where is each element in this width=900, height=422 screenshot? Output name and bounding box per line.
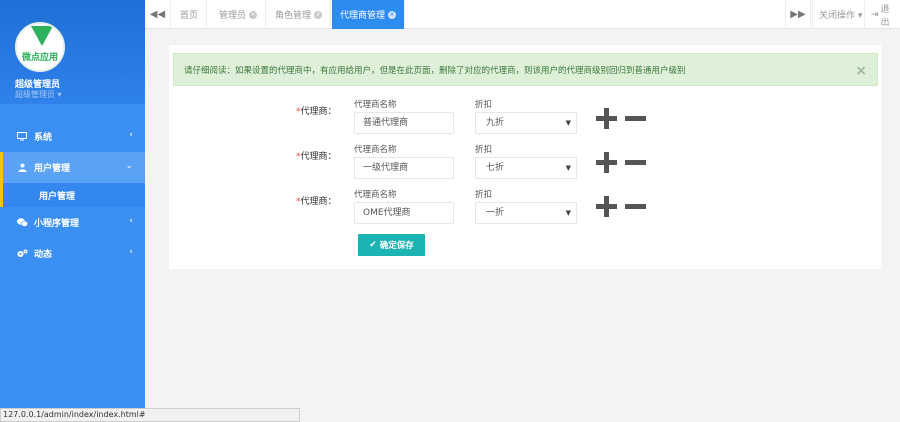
sidebar-nav: 系统 ‹ 用户管理 ⌄ 用户管理 小程序管理 ‹ 动态 ‹ <box>0 121 145 269</box>
discount-value: 一折 <box>486 208 505 218</box>
chevron-left-icon: ‹ <box>129 130 133 140</box>
caret-down-icon: ▼ <box>565 209 571 217</box>
user-icon <box>16 163 28 172</box>
sidebar-item-label: 用户管理 <box>34 164 71 174</box>
sidebar-item-label: 系统 <box>34 133 53 143</box>
discount-label: 折扣 <box>475 100 493 110</box>
row-label: *代理商： <box>296 107 337 117</box>
sidebar-subitem-user-management[interactable]: 用户管理 <box>0 183 145 207</box>
add-row-button[interactable] <box>596 152 617 173</box>
tab-label: 管理员 <box>219 11 247 21</box>
remove-row-button[interactable] <box>625 116 646 121</box>
logo-text: 微点应用 <box>21 53 58 63</box>
alert-text: 请仔细阅读：如果设置的代理商中，有应用给用户，但是在此页面，删除了对应的代理商，… <box>184 65 686 76</box>
double-chevron-right-icon: ▶▶ <box>790 9 806 20</box>
tabs-scroll-left-button[interactable]: ◀◀ <box>145 0 171 29</box>
sidebar-item-label: 小程序管理 <box>34 219 80 229</box>
notice-alert: 请仔细阅读：如果设置的代理商中，有应用给用户，但是在此页面，删除了对应的代理商，… <box>173 53 878 86</box>
sidebar-item-user-management[interactable]: 用户管理 ⌄ <box>0 152 145 183</box>
sidebar-item-system[interactable]: 系统 ‹ <box>0 121 145 152</box>
logout-label: 退出 <box>880 4 890 28</box>
sidebar-item-dynamic[interactable]: 动态 ‹ <box>0 238 145 269</box>
tabs-scroll-right-button[interactable]: ▶▶ <box>785 0 811 29</box>
name-label: 代理商名称 <box>354 190 397 200</box>
tab-bar: ◀◀ 首页 管理员 × 角色管理 × 代理商管理 × ▶▶ 关闭操作 ▾ ⇥ 退… <box>145 0 900 29</box>
caret-down-icon: ▼ <box>565 119 571 127</box>
app-logo: 微点应用 <box>15 22 65 72</box>
sidebar-item-miniprogram[interactable]: 小程序管理 ‹ <box>0 207 145 238</box>
name-label: 代理商名称 <box>354 145 397 155</box>
double-chevron-left-icon: ◀◀ <box>149 9 166 20</box>
logo-v-icon <box>31 26 53 46</box>
sidebar-item-label: 动态 <box>34 250 53 260</box>
add-row-button[interactable] <box>596 196 617 217</box>
caret-down-icon: ▼ <box>565 164 571 172</box>
row-label: *代理商： <box>296 197 337 207</box>
agent-name-input[interactable]: 普通代理商 <box>354 112 454 134</box>
gears-icon <box>16 249 28 258</box>
wechat-icon <box>16 218 28 227</box>
tab-agent-management[interactable]: 代理商管理 × <box>332 0 406 29</box>
browser-status-url: 127.0.0.1/admin/index/index.html# <box>0 408 300 422</box>
profile-role-dropdown[interactable]: 超级管理员 ▾ <box>15 89 62 100</box>
tab-label: 首页 <box>180 11 199 21</box>
tab-home[interactable]: 首页 <box>172 0 208 29</box>
save-label: 确定保存 <box>379 241 414 251</box>
agent-name-input[interactable]: OME代理商 <box>354 202 454 224</box>
content-panel: 请仔细阅读：如果设置的代理商中，有应用给用户，但是在此页面，删除了对应的代理商，… <box>169 45 881 269</box>
discount-select[interactable]: 一折 ▼ <box>475 202 577 224</box>
close-icon[interactable]: × <box>314 10 323 19</box>
discount-select[interactable]: 七折 ▼ <box>475 157 577 179</box>
remove-row-button[interactable] <box>625 204 646 209</box>
tab-admin[interactable]: 管理员 × <box>211 0 267 29</box>
monitor-icon <box>16 132 28 141</box>
close-icon[interactable]: × <box>249 10 258 19</box>
row-label: *代理商： <box>296 152 337 162</box>
discount-value: 九折 <box>486 118 505 128</box>
logout-icon: ⇥ <box>871 9 879 20</box>
chevron-left-icon: ‹ <box>129 216 133 226</box>
add-row-button[interactable] <box>596 108 617 129</box>
remove-row-button[interactable] <box>625 160 646 165</box>
profile-area: 微点应用 超级管理员 超级管理员 ▾ <box>0 0 145 104</box>
chevron-down-icon: ⌄ <box>125 161 133 171</box>
sidebar: 微点应用 超级管理员 超级管理员 ▾ 系统 ‹ 用户管理 ⌄ 用户管理 小程序管… <box>0 0 145 422</box>
discount-label: 折扣 <box>475 190 493 200</box>
logout-button[interactable]: ⇥ 退出 <box>864 0 900 29</box>
tab-role-management[interactable]: 角色管理 × <box>267 0 332 29</box>
close-icon[interactable]: × <box>388 10 397 19</box>
discount-value: 七折 <box>486 163 505 173</box>
discount-label: 折扣 <box>475 145 493 155</box>
save-button[interactable]: ✔ 确定保存 <box>358 234 425 256</box>
agent-name-input[interactable]: 一级代理商 <box>354 157 454 179</box>
discount-select[interactable]: 九折 ▼ <box>475 112 577 134</box>
close-operations-dropdown[interactable]: 关闭操作 ▾ <box>812 0 868 29</box>
tab-label: 角色管理 <box>275 11 312 21</box>
check-icon: ✔ <box>369 240 377 250</box>
close-icon[interactable]: × <box>855 63 867 79</box>
chevron-left-icon: ‹ <box>129 247 133 257</box>
tab-label: 代理商管理 <box>340 11 386 21</box>
name-label: 代理商名称 <box>354 100 397 110</box>
